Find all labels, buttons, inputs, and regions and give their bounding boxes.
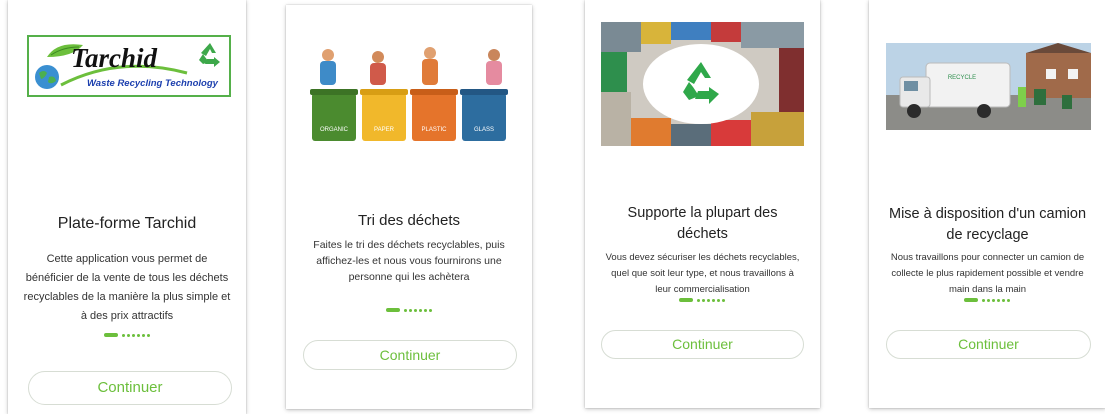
bin-label: PAPER: [374, 127, 395, 133]
bin-label: PLASTIC: [421, 127, 447, 133]
pagination-dot: [146, 333, 150, 337]
pagination-dot: [712, 298, 715, 302]
pagination-dot: [982, 298, 985, 302]
continue-button[interactable]: Continuer: [28, 371, 232, 405]
waste-sorting-illustration: ORGANIC PAPER PLASTIC GLASS: [310, 47, 508, 141]
pagination-indicator: [585, 298, 820, 304]
continue-button[interactable]: Continuer: [303, 340, 517, 370]
pagination-dot-active: [964, 298, 978, 302]
pagination-dot-active: [103, 333, 118, 337]
pagination-dot: [141, 333, 145, 337]
page-title: Supporte la plupart des déchets: [627, 205, 778, 242]
onboarding-screen-3: Supporte la plupart des déchets Vous dev…: [585, 0, 820, 408]
globe-icon: [35, 65, 59, 89]
tarchid-logo: Tarchid Waste Recycling Technology: [27, 35, 231, 97]
pagination-dot-active: [385, 308, 400, 312]
pagination-dot: [121, 333, 125, 337]
person-figure: [486, 49, 502, 85]
pagination-dot: [707, 298, 710, 302]
pagination-dot: [722, 298, 725, 302]
bin-paper: PAPER: [360, 89, 408, 141]
pagination-dot: [1002, 298, 1005, 302]
bin-plastic: PLASTIC: [410, 89, 458, 141]
logo-tagline: Waste Recycling Technology: [87, 78, 218, 89]
truck-label: RECYCLE: [948, 75, 976, 81]
page-description: Cette application vous permet de bénéfic…: [23, 253, 231, 322]
page-title: Mise à disposition d'un camion de recycl…: [889, 206, 1087, 243]
person-figure: [422, 47, 438, 85]
pagination-dot: [717, 298, 720, 302]
pagination-dot: [702, 298, 705, 302]
bin-label: ORGANIC: [320, 127, 349, 133]
pagination-dot: [987, 298, 990, 302]
onboarding-screen-1: Tarchid Waste Recycling Technology Plate…: [8, 0, 246, 414]
bin-label: GLASS: [474, 127, 494, 133]
pagination-dot: [403, 308, 407, 312]
pagination-dot: [997, 298, 1000, 302]
recyclable-waste-photo: [601, 22, 804, 146]
bin-glass: GLASS: [460, 89, 508, 141]
person-figure: [370, 51, 386, 85]
pagination-dot: [697, 298, 700, 302]
page-title: Plate-forme Tarchid: [57, 215, 197, 232]
pagination-dot: [418, 308, 422, 312]
pagination-indicator: [8, 333, 246, 339]
pagination-dot: [136, 333, 140, 337]
page-description: Faites le tri des déchets recyclables, p…: [313, 239, 505, 283]
continue-button[interactable]: Continuer: [601, 330, 804, 359]
pagination-dot: [408, 308, 412, 312]
pagination-dot: [413, 308, 417, 312]
pagination-dot: [126, 333, 130, 337]
continue-button[interactable]: Continuer: [886, 330, 1091, 359]
pagination-dot: [1007, 298, 1010, 302]
recycle-icon: [199, 43, 220, 67]
pagination-dot: [131, 333, 135, 337]
logo-name: Tarchid: [71, 43, 158, 73]
pagination-dot: [992, 298, 995, 302]
page-title: Tri des déchets: [358, 212, 460, 229]
onboarding-screen-4: RECYCLE Mise à disposition d'un camion d…: [869, 0, 1105, 408]
page-description: Vous devez sécuriser les déchets recycla…: [605, 252, 800, 295]
pagination-dot: [423, 308, 427, 312]
pagination-indicator: [286, 308, 532, 314]
onboarding-screen-2: ORGANIC PAPER PLASTIC GLASS Tri des déch…: [286, 5, 532, 409]
page-description: Nous travaillons pour connecter un camio…: [890, 252, 1085, 295]
pagination-dot-active: [679, 298, 693, 302]
pagination-dot: [428, 308, 432, 312]
recycling-truck-photo: RECYCLE: [886, 43, 1091, 130]
pagination-indicator: [869, 298, 1105, 304]
bin-organic: ORGANIC: [310, 89, 358, 141]
person-figure: [320, 49, 336, 85]
